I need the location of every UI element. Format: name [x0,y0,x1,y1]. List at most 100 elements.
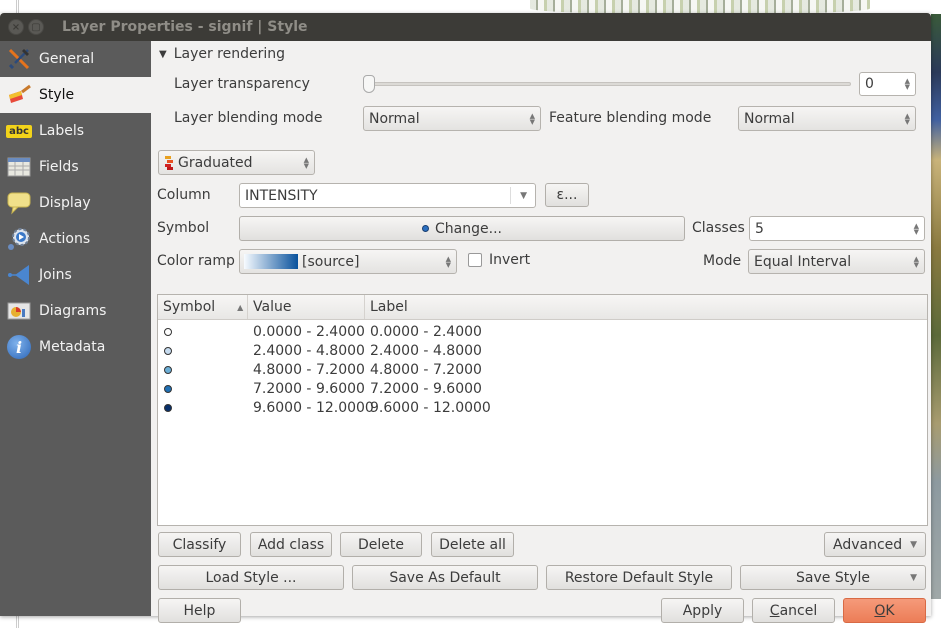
sidebar-item-joins[interactable]: Joins [0,257,151,293]
maximize-window-button[interactable]: ▢ [28,19,44,35]
column-header-label[interactable]: Label [365,295,927,319]
label-cell: 0.0000 - 2.4000 [370,323,482,340]
window-title: Layer Properties - signif | Style [62,19,308,35]
mode-label: Mode [703,253,742,269]
value-cell: 7.2000 - 9.6000 [253,380,365,397]
spin-arrows-icon[interactable]: ▲ ▼ [905,78,910,91]
sidebar-item-label: Actions [39,231,91,247]
save-style-menu-button[interactable]: Save Style ▼ [740,565,926,590]
sidebar-item-label: Style [39,87,75,103]
table-row[interactable]: 4.8000 - 7.2000 4.8000 - 7.2000 [158,360,927,379]
abc-label-icon: abc [6,118,32,144]
restore-default-style-button[interactable]: Restore Default Style [546,565,732,590]
sidebar-item-labels[interactable]: abc Labels [0,113,151,149]
sidebar-item-actions[interactable]: Actions [0,221,151,257]
color-ramp-select[interactable]: [source] ▲ ▼ [239,249,457,274]
sidebar: General Style abc Labels Fields Display [0,41,151,616]
style-panel: ▼ Layer rendering Layer transparency 0 ▲… [151,41,931,623]
mode-select[interactable]: Equal Interval ▲ ▼ [748,249,925,274]
table-row[interactable]: 2.4000 - 4.8000 2.4000 - 4.8000 [158,341,927,360]
class-symbol-icon [164,365,172,374]
layer-properties-dialog: × ▢ Layer Properties - signif | Style Ge… [0,13,931,623]
change-button-label: Change... [435,220,502,237]
gear-play-icon [6,226,32,252]
collapse-triangle-icon: ▼ [159,48,167,60]
symbol-label: Symbol [157,220,210,236]
color-ramp-value: [source] [302,253,360,270]
ok-button[interactable]: OK [843,598,926,623]
load-style-button[interactable]: Load Style ... [158,565,344,590]
title-bar: × ▢ Layer Properties - signif | Style [0,13,931,41]
label-cell: 4.8000 - 7.2000 [370,361,482,378]
classes-value: 5 [755,220,764,237]
combo-arrows-icon: ▲ ▼ [904,111,910,126]
classify-button[interactable]: Classify [158,532,241,557]
symbol-cell [158,403,248,412]
column-header-symbol[interactable]: Symbol ▲ [158,295,248,319]
sort-ascending-icon: ▲ [237,302,244,312]
table-icon [6,154,32,180]
paintbrush-icon [6,82,32,108]
mode-value: Equal Interval [754,253,852,270]
dropdown-arrow-icon[interactable]: ▼ [520,191,527,201]
invert-checkbox[interactable] [468,253,482,267]
sidebar-item-metadata[interactable]: i Metadata [0,329,151,365]
table-header: Symbol ▲ Value Label [158,295,927,320]
feature-blend-select[interactable]: Normal ▲ ▼ [738,106,916,131]
sidebar-item-label: Fields [39,159,79,175]
combo-arrows-icon: ▲ ▼ [303,155,309,170]
sidebar-item-label: General [39,51,95,67]
class-symbol-icon [164,346,172,355]
value-cell: 4.8000 - 7.2000 [253,361,365,378]
layer-rendering-toggle[interactable]: ▼ Layer rendering [159,46,285,62]
transparency-slider-handle[interactable] [363,75,375,93]
renderer-type-value: Graduated [178,154,253,171]
color-ramp-label: Color ramp [157,253,235,269]
close-window-button[interactable]: × [8,19,24,35]
transparency-spinbox[interactable]: 0 ▲ ▼ [859,72,916,96]
layer-blend-select[interactable]: Normal ▲ ▼ [363,106,541,131]
symbol-preview-icon [422,225,430,232]
table-row[interactable]: 9.6000 - 12.0000 9.6000 - 12.0000 [158,398,927,417]
diagram-icon [6,298,32,324]
value-cell: 9.6000 - 12.0000 [253,399,374,416]
sidebar-item-display[interactable]: Display [0,185,151,221]
value-cell: 2.4000 - 4.8000 [253,342,365,359]
feature-blend-value: Normal [744,110,795,127]
close-icon: × [11,21,21,33]
apply-button[interactable]: Apply [661,598,744,623]
column-value: INTENSITY [245,187,318,204]
transparency-slider[interactable] [363,75,851,93]
sidebar-item-diagrams[interactable]: Diagrams [0,293,151,329]
graduated-renderer-icon [164,155,174,170]
add-class-button[interactable]: Add class [250,532,332,557]
advanced-menu-button[interactable]: Advanced ▼ [824,532,926,557]
save-as-default-button[interactable]: Save As Default [352,565,538,590]
help-button[interactable]: Help [158,598,241,623]
symbol-cell [158,365,248,374]
cancel-button[interactable]: Cancel [752,598,835,623]
expression-button[interactable]: ε... [545,183,589,207]
column-combo[interactable]: INTENSITY ▼ [239,183,536,208]
sidebar-item-label: Labels [39,123,85,139]
invert-label: Invert [489,252,531,268]
change-symbol-button[interactable]: Change... [239,216,685,241]
delete-class-button[interactable]: Delete [340,532,422,557]
renderer-type-select[interactable]: Graduated ▲ ▼ [158,150,315,175]
info-icon: i [6,334,32,360]
background-window-edge [16,0,19,14]
column-label: Column [157,187,211,203]
column-header-value[interactable]: Value [248,295,365,319]
table-row[interactable]: 7.2000 - 9.6000 7.2000 - 9.6000 [158,379,927,398]
expression-icon: ε... [556,187,578,203]
symbol-cell [158,346,248,355]
delete-all-button[interactable]: Delete all [431,532,514,557]
sidebar-item-style[interactable]: Style [0,77,151,113]
spin-arrows-icon[interactable]: ▲ ▼ [914,222,919,235]
sidebar-item-fields[interactable]: Fields [0,149,151,185]
label-cell: 9.6000 - 12.0000 [370,399,491,416]
classes-spinbox[interactable]: 5 ▲ ▼ [749,216,925,241]
table-row[interactable]: 0.0000 - 2.4000 0.0000 - 2.4000 [158,322,927,341]
sidebar-item-general[interactable]: General [0,41,151,77]
transparency-label: Layer transparency [174,76,310,92]
